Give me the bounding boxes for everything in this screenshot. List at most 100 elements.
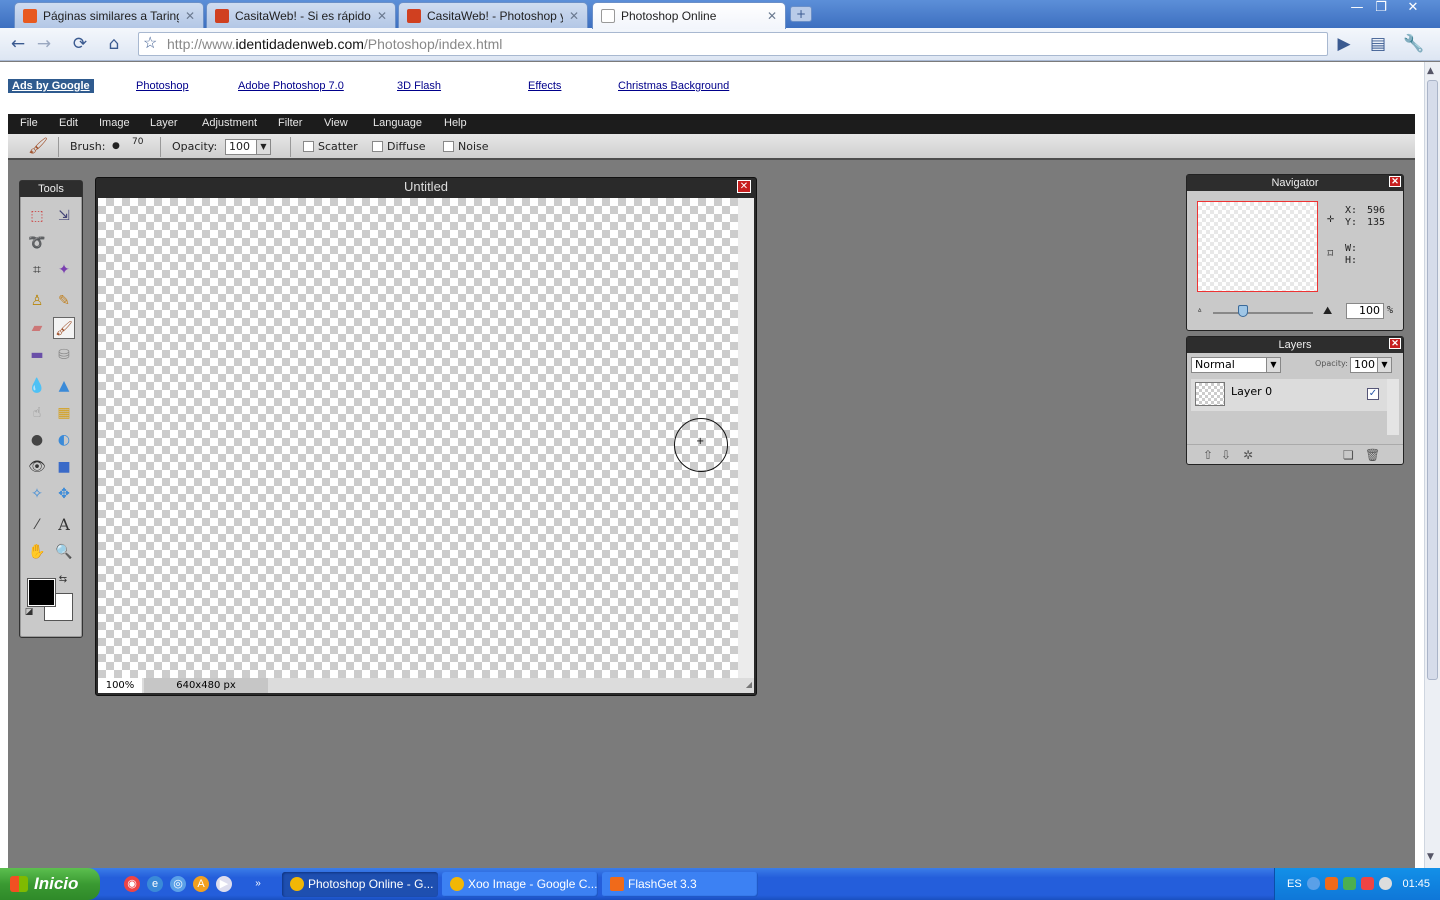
lasso-tool-icon[interactable]: ➰ [26,232,48,254]
sponge-tool-icon[interactable]: ▦ [53,402,75,424]
layer-effects-icon[interactable]: ✲ [1243,448,1253,462]
red-eye-tool-icon[interactable]: 👁 [26,456,48,478]
forward-icon[interactable]: → [32,33,56,55]
tray-expand-icon[interactable] [1307,877,1320,890]
browser-tab-active[interactable]: Photoshop Online ✕ [592,2,786,29]
browser-tab-2[interactable]: CasitaWeb! - Si es rápido y... ✕ [206,2,396,28]
dodge-tool-icon[interactable]: ◐ [53,429,75,451]
rectangle-tool-icon[interactable]: ■ [53,456,75,478]
zoom-out-icon[interactable]: ▵ [1197,305,1202,315]
pinch-tool-icon[interactable]: ✥ [53,483,75,505]
home-icon[interactable]: ⌂ [102,33,126,55]
swap-colors-icon[interactable]: ⇆ [56,573,70,587]
navigator-thumbnail[interactable] [1197,201,1318,292]
resize-grip-icon[interactable]: ◢ [746,680,752,689]
play-icon[interactable]: ▶ [1332,33,1356,55]
stamp-tool-icon[interactable]: ♙ [26,290,48,312]
move-layer-up-icon[interactable]: ⇧ [1203,448,1213,462]
blend-mode-select[interactable]: Normal ▼ [1191,357,1281,373]
menu-view[interactable]: View [324,117,348,129]
browser-tab-3[interactable]: CasitaWeb! - Photoshop y ... ✕ [398,2,588,28]
bookmark-star-icon[interactable]: ☆ [143,33,157,55]
marquee-tool-icon[interactable]: ⬚ [26,205,48,227]
ie-quicklaunch-icon[interactable]: e [147,876,163,892]
close-icon[interactable]: ✕ [377,9,387,23]
new-tab-button[interactable]: + [790,6,812,22]
flashget-tray-icon[interactable] [1325,877,1338,890]
bloat-tool-icon[interactable]: ✧ [26,483,48,505]
taskbar-task-xoo-image[interactable]: Xoo Image - Google C... [442,872,598,897]
scroll-up-icon[interactable]: ▲ [1427,66,1434,76]
close-icon[interactable]: ✕ [569,9,579,23]
scroll-down-icon[interactable]: ▼ [1427,852,1434,862]
security-tray-icon[interactable] [1361,877,1374,890]
restore-icon[interactable]: ❐ [1368,0,1394,18]
ad-link-3d-flash[interactable]: 3D Flash [397,80,441,92]
ad-link-christmas-background[interactable]: Christmas Background [618,80,729,92]
delete-layer-icon[interactable]: 🗑 [1365,448,1380,462]
zoom-in-icon[interactable]: ⛰ [1323,304,1332,318]
taskbar-task-flashget[interactable]: FlashGet 3.3 [602,872,758,897]
gradient-tool-icon[interactable]: ▬ [26,344,48,366]
zoom-tool-icon[interactable]: 🔍 [53,541,75,563]
menu-filter[interactable]: Filter [278,117,302,129]
address-bar[interactable]: ☆ http://www.identidadenweb.com/Photosho… [138,32,1328,56]
eraser-tool-icon[interactable]: ▰ [26,317,48,339]
page-scrollbar[interactable]: ▲ ▼ [1424,62,1440,868]
layer-visibility-checkbox[interactable]: ✓ [1367,388,1379,400]
network-tray-icon[interactable] [1343,877,1356,890]
new-layer-icon[interactable]: ❏ [1343,448,1354,462]
language-indicator[interactable]: ES [1287,878,1302,890]
layer-opacity-select[interactable]: 100 ▼ [1350,357,1392,373]
close-panel-icon[interactable]: ✕ [1389,338,1401,349]
blur-tool-icon[interactable]: 💧 [26,375,48,397]
minimize-icon[interactable]: — [1344,0,1370,18]
volume-tray-icon[interactable] [1379,877,1392,890]
close-panel-icon[interactable]: ✕ [1389,176,1401,187]
opacity-select[interactable]: 100 ▼ [225,139,271,155]
zoom-slider-track[interactable] [1213,312,1313,314]
paint-bucket-icon[interactable]: ⛁ [53,344,75,366]
diffuse-checkbox[interactable] [372,141,383,152]
brush-size[interactable]: 70 [132,137,143,147]
menu-language[interactable]: Language [373,117,422,129]
ads-by-google-link[interactable]: Ads by Google [8,79,94,93]
ad-link-effects[interactable]: Effects [528,80,561,92]
zoom-slider-knob[interactable] [1238,305,1248,317]
crop-tool-icon[interactable]: ⌗ [26,259,48,281]
sharpen-tool-icon[interactable]: ▲ [53,375,75,397]
layer-row[interactable]: Layer 0 ✓ [1191,379,1387,411]
default-colors-icon[interactable]: ◪ [22,605,36,619]
scrollbar-thumb[interactable] [1427,80,1438,680]
media-quicklaunch-icon[interactable]: ▶ [216,876,232,892]
move-tool-icon[interactable]: ⇲ [53,205,75,227]
more-quicklaunch-icon[interactable]: » [252,876,264,892]
menu-layer[interactable]: Layer [150,117,178,129]
ad-link-photoshop[interactable]: Photoshop [136,80,189,92]
foreground-color-swatch[interactable] [27,578,56,607]
hand-tool-icon[interactable]: ✋ [26,541,48,563]
close-document-icon[interactable]: ✕ [737,180,751,193]
wrench-icon[interactable]: 🔧 [1402,33,1426,55]
magic-wand-icon[interactable]: ✦ [53,259,75,281]
layers-scrollbar[interactable] [1387,379,1399,435]
explorer-quicklaunch-icon[interactable]: ◎ [170,876,186,892]
canvas-scrollbar[interactable] [738,198,754,678]
menu-image[interactable]: Image [99,117,130,129]
start-button[interactable]: Inicio [0,868,100,900]
menu-adjustment[interactable]: Adjustment [202,117,257,129]
taskbar-task-photoshop[interactable]: Photoshop Online - G... [282,872,438,897]
close-icon[interactable]: ✕ [767,9,777,23]
avast-quicklaunch-icon[interactable]: A [193,876,209,892]
menu-help[interactable]: Help [444,117,467,129]
eyedropper-tool-icon[interactable]: ⁄ [26,514,48,536]
scatter-checkbox[interactable] [303,141,314,152]
chrome-quicklaunch-icon[interactable]: ◉ [124,876,140,892]
browser-tab-1[interactable]: Páginas similares a Taringa ... ✕ [14,2,204,28]
move-layer-down-icon[interactable]: ⇩ [1221,448,1231,462]
image-canvas[interactable] [98,198,738,678]
zoom-input[interactable]: 100 [1346,303,1384,319]
noise-checkbox[interactable] [443,141,454,152]
text-tool-icon[interactable]: A [53,514,75,536]
menu-edit[interactable]: Edit [59,117,78,129]
